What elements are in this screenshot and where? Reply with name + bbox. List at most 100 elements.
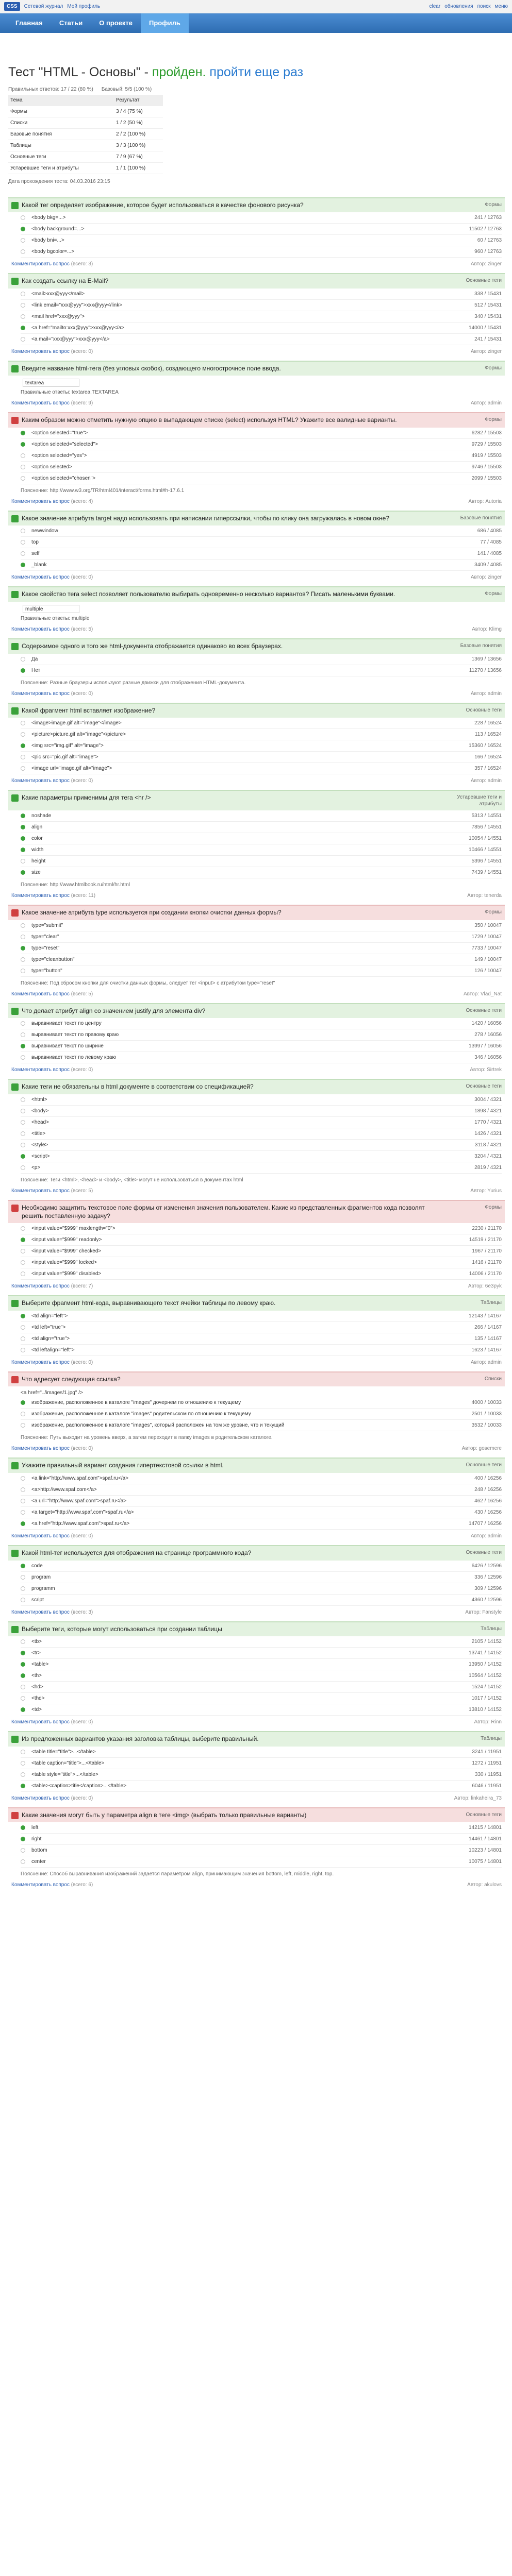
answer-option: <input value="$999" disabled> 14006 / 211…: [21, 1268, 502, 1280]
unchecked-icon: [21, 1143, 25, 1148]
nav-about[interactable]: О проекте: [91, 13, 141, 33]
option-stats: 3204 / 4321: [474, 1154, 502, 1160]
option-text: <td leftalign="left">: [31, 1347, 75, 1353]
comment-link[interactable]: Комментировать вопрос: [11, 1067, 70, 1073]
unchecked-icon: [21, 1487, 25, 1492]
question-footer: Комментировать вопрос (всего: 11) Автор: …: [8, 889, 505, 901]
question-block: Как создать ссылку на E-Mail? Основные те…: [8, 273, 505, 357]
updates-link[interactable]: обновления: [444, 3, 473, 10]
comment-link[interactable]: Комментировать вопрос: [11, 1609, 70, 1615]
result-topic: Устаревшие теги и атрибуты: [8, 162, 114, 174]
site-logo[interactable]: CSS: [4, 2, 20, 11]
option-stats: 2099 / 15503: [471, 475, 502, 481]
option-text: <body bni=...>: [31, 238, 64, 244]
option-text: type="cleanbutton": [31, 956, 75, 962]
option-text: _blank: [31, 562, 47, 568]
option-stats: 12143 / 14167: [469, 1313, 502, 1319]
unchecked-icon: [21, 755, 25, 760]
comment-link[interactable]: Комментировать вопрос: [11, 1446, 70, 1451]
answer-option: изображение, расположенное в каталоге "i…: [21, 1420, 502, 1432]
wrong-mark-icon: [11, 417, 19, 425]
question-block: Какие параметры применимы для тега <hr /…: [8, 790, 505, 901]
answer-input[interactable]: multiple: [23, 605, 79, 614]
answer-option: <body bgcolor=...> 960 / 12763: [21, 246, 502, 258]
comment-link[interactable]: Комментировать вопрос: [11, 1533, 70, 1539]
comment-link[interactable]: Комментировать вопрос: [11, 991, 70, 997]
comment-link[interactable]: Комментировать вопрос: [11, 1719, 70, 1725]
option-text: <input value="$999" readonly>: [31, 1237, 102, 1243]
question-footer: Комментировать вопрос (всего: 0) Автор: a…: [8, 687, 505, 699]
unchecked-icon: [21, 302, 25, 308]
comment-link[interactable]: Комментировать вопрос: [11, 1795, 70, 1801]
option-stats: 10466 / 14551: [469, 847, 502, 853]
option-stats: 11270 / 13656: [469, 667, 502, 673]
question-header: Какой html-тег используется для отображе…: [8, 1545, 505, 1561]
nav-profile[interactable]: Профиль: [141, 13, 189, 33]
retake-link[interactable]: пройти еще раз: [209, 65, 303, 79]
comment-link[interactable]: Комментировать вопрос: [11, 261, 70, 267]
comment-link[interactable]: Комментировать вопрос: [11, 893, 70, 899]
answer-option: <td align="true"> 135 / 14167: [21, 1333, 502, 1345]
answer-option: <th> 10564 / 14152: [21, 1670, 502, 1682]
question-text: Какой html-тег используется для отображе…: [22, 1549, 252, 1556]
checked-icon: [21, 563, 25, 568]
comment-link[interactable]: Комментировать вопрос: [11, 1882, 70, 1888]
comment-link[interactable]: Комментировать вопрос: [11, 499, 70, 504]
option-text: <a href="http://www.spaf.com">spaf.ru</a…: [31, 1521, 130, 1527]
question-text: Каким образом можно отметить нужную опци…: [22, 416, 397, 424]
question-block: Какое свойство тега select позволяет пол…: [8, 586, 505, 634]
correct-count: Правильных ответов: 17 / 22 (80 %): [8, 86, 93, 92]
answer-option: <table style="title">...</table> 330 / 11…: [21, 1769, 502, 1781]
explanation: Пояснение: http://www.htmlbook.ru/html/h…: [21, 882, 130, 888]
option-text: noshade: [31, 813, 52, 819]
question-text: Содержимое одного и того же html-докумен…: [22, 642, 283, 650]
option-text: <html>: [31, 1097, 47, 1103]
answer-input[interactable]: textarea: [23, 379, 79, 387]
comment-link[interactable]: Комментировать вопрос: [11, 626, 70, 632]
answer-option: <table title="title">...</table> 3241 / 1…: [21, 1747, 502, 1758]
option-stats: 10223 / 14801: [469, 1848, 502, 1854]
unchecked-icon: [21, 1685, 25, 1690]
unchecked-icon: [21, 336, 25, 342]
comment-area: Комментировать вопрос (всего: 3): [11, 261, 93, 269]
unchecked-icon: [21, 732, 25, 737]
comment-link[interactable]: Комментировать вопрос: [11, 400, 70, 406]
comment-link[interactable]: Комментировать вопрос: [11, 1360, 70, 1365]
question-header: Какое свойство тега select позволяет пол…: [8, 586, 505, 602]
comment-link[interactable]: Комментировать вопрос: [11, 691, 70, 697]
comment-link[interactable]: Комментировать вопрос: [11, 778, 70, 784]
wrong-mark-icon: [11, 909, 19, 917]
my-profile-link[interactable]: Мой профиль: [67, 3, 100, 10]
comment-link[interactable]: Комментировать вопрос: [11, 349, 70, 354]
question-footer: Комментировать вопрос (всего: 4) Автор: A…: [8, 495, 505, 506]
answer-option: выравнивает текст по центру 1420 / 16056: [21, 1018, 502, 1030]
search-link[interactable]: поиск: [477, 3, 491, 10]
journal-link[interactable]: Сетевой журнал: [24, 3, 63, 10]
answer-option: height 5396 / 14551: [21, 856, 502, 868]
question-block: Какой тег определяет изображение, которо…: [8, 197, 505, 269]
question-author: Автор: Vlad_Nat: [463, 991, 502, 997]
answer-option: bottom 10223 / 14801: [21, 1845, 502, 1857]
nav-articles[interactable]: Статьи: [51, 13, 91, 33]
question-author: Автор: linkaheira_73: [454, 1795, 502, 1801]
answer-option: width 10466 / 14551: [21, 844, 502, 856]
clear-link[interactable]: clear: [430, 3, 441, 10]
question-category: Формы: [485, 201, 502, 208]
answer-option: <input value="$999" maxlength="0"> 2230 /…: [21, 1223, 502, 1235]
explanation: Пояснение: http://www.w3.org/TR/html401/…: [21, 487, 185, 494]
option-text: <input value="$999" checked>: [31, 1248, 102, 1255]
comment-area: Комментировать вопрос (всего: 0): [11, 1795, 93, 1803]
menu-link[interactable]: меню: [495, 3, 508, 10]
comment-link[interactable]: Комментировать вопрос: [11, 1283, 70, 1289]
question-header: Необходимо защитить текстовое поле формы…: [8, 1200, 505, 1224]
comment-link[interactable]: Комментировать вопрос: [11, 574, 70, 580]
answer-option: выравнивает текст по ширине 13997 / 16056: [21, 1041, 502, 1053]
question-text: Из предложенных вариантов указания загол…: [22, 1735, 259, 1743]
option-stats: 7733 / 10047: [471, 945, 502, 951]
option-text: program: [31, 1574, 51, 1580]
nav-home[interactable]: Главная: [7, 13, 51, 33]
correct-mark-icon: [11, 794, 19, 802]
unchecked-icon: [21, 249, 25, 255]
comment-link[interactable]: Комментировать вопрос: [11, 1188, 70, 1194]
option-text: color: [31, 836, 43, 842]
